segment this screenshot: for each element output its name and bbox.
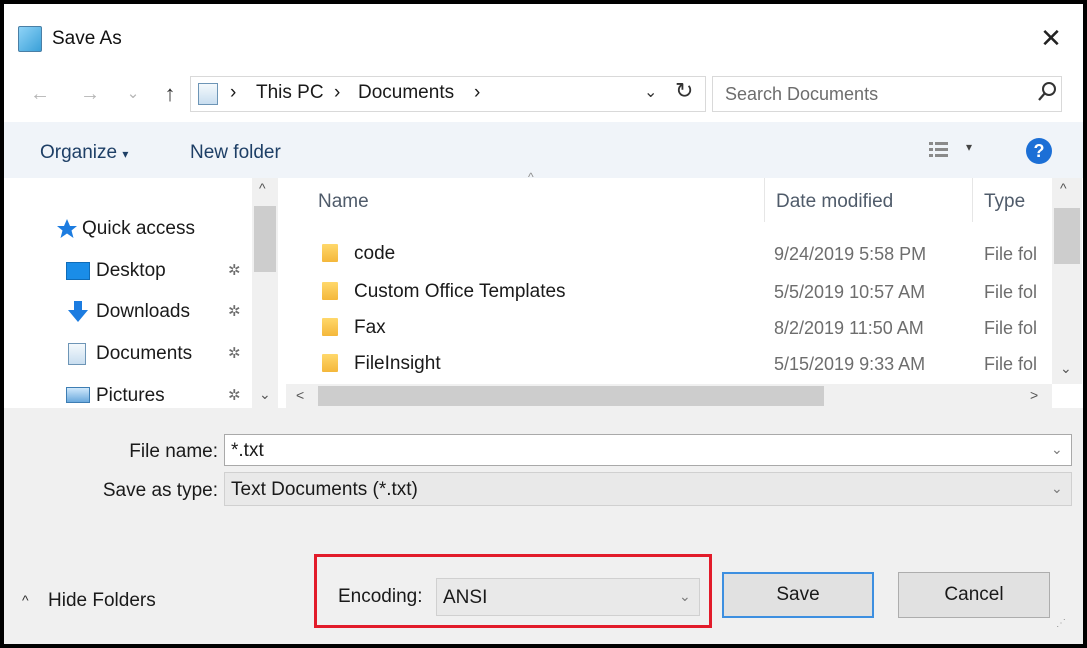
forward-arrow-icon[interactable]: →: [78, 80, 102, 108]
chevron-up-icon: ^: [22, 592, 29, 608]
command-bar: [4, 122, 1083, 178]
nav-item-desktop[interactable]: Desktop ✲: [66, 259, 252, 285]
file-type: File fol: [984, 318, 1038, 338]
encoding-dropdown[interactable]: ANSI ⌄: [436, 578, 700, 616]
pin-icon: ✲: [228, 345, 241, 362]
organize-caret-icon: ▾: [122, 147, 129, 161]
file-row[interactable]: Fax 8/2/2019 11:50 AM File fol: [318, 314, 1052, 344]
nav-item-pictures[interactable]: Pictures ✲: [66, 384, 252, 408]
encoding-value: ANSI: [443, 587, 488, 608]
organize-button[interactable]: Organize ▾: [40, 142, 128, 164]
sort-ascending-icon: ^: [528, 170, 534, 184]
save-button[interactable]: Save: [722, 572, 874, 618]
cancel-button[interactable]: Cancel: [898, 572, 1050, 618]
column-divider[interactable]: [972, 178, 973, 222]
nav-item-label: Downloads: [96, 301, 190, 322]
view-options-icon[interactable]: [928, 140, 950, 160]
hide-folders-label: Hide Folders: [48, 590, 156, 611]
scroll-up-arrow-icon[interactable]: ^: [259, 180, 266, 196]
file-date-modified: 8/2/2019 11:50 AM: [774, 318, 924, 338]
file-type: File fol: [984, 244, 1038, 264]
pictures-icon: [66, 387, 90, 403]
navigation-pane: [4, 178, 282, 408]
breadcrumb-this-pc[interactable]: This PC: [256, 82, 324, 104]
file-name: Fax: [354, 317, 386, 338]
folder-icon: [322, 354, 338, 372]
search-icon[interactable]: [1036, 80, 1058, 104]
breadcrumb-separator-icon[interactable]: ›: [474, 82, 480, 104]
scroll-down-arrow-icon[interactable]: ⌄: [1060, 360, 1072, 377]
encoding-label: Encoding:: [338, 586, 423, 607]
scroll-right-arrow-icon[interactable]: >: [1030, 387, 1038, 403]
breadcrumb-separator-icon[interactable]: ›: [334, 82, 340, 104]
file-row[interactable]: FileInsight 5/15/2019 9:33 AM File fol: [318, 350, 1052, 380]
nav-item-label: Documents: [96, 343, 193, 364]
documents-location-icon: [198, 83, 218, 105]
file-type: File fol: [984, 354, 1038, 374]
star-icon: [56, 218, 78, 245]
refresh-icon[interactable]: ↻: [675, 78, 693, 104]
nav-item-label: Desktop: [96, 260, 166, 281]
download-arrow-icon: [66, 300, 90, 329]
folder-icon: [322, 244, 338, 262]
column-header-name[interactable]: Name: [318, 191, 369, 213]
notepad-icon: [18, 26, 42, 52]
scroll-down-arrow-icon[interactable]: ⌄: [259, 386, 271, 403]
file-name-value: *.txt: [231, 440, 264, 461]
file-name-label: File name:: [129, 441, 218, 462]
file-date-modified: 5/15/2019 9:33 AM: [774, 354, 926, 374]
file-date-modified: 5/5/2019 10:57 AM: [774, 282, 926, 302]
organize-label: Organize: [40, 142, 118, 163]
file-row[interactable]: Custom Office Templates 5/5/2019 10:57 A…: [318, 278, 1052, 308]
back-arrow-icon[interactable]: ←: [28, 80, 52, 108]
breadcrumb-documents[interactable]: Documents: [358, 82, 454, 104]
file-list-scroll-thumb[interactable]: [1054, 208, 1080, 264]
file-name-field[interactable]: *.txt ⌄: [224, 434, 1072, 466]
column-divider[interactable]: [764, 178, 765, 222]
pin-icon: ✲: [228, 262, 241, 279]
help-icon[interactable]: ?: [1026, 138, 1052, 164]
horizontal-scroll-thumb[interactable]: [318, 386, 824, 406]
view-dropdown-caret-icon[interactable]: ▾: [966, 140, 972, 154]
file-date-modified: 9/24/2019 5:58 PM: [774, 244, 927, 264]
search-placeholder: Search Documents: [725, 84, 879, 104]
documents-icon: [68, 343, 86, 365]
file-name: FileInsight: [354, 353, 441, 374]
nav-item-label: Quick access: [82, 218, 195, 239]
nav-pane-scroll-thumb[interactable]: [254, 206, 276, 272]
chevron-down-icon: ⌄: [1051, 480, 1063, 496]
recent-locations-chevron-icon[interactable]: ⌄: [124, 80, 142, 108]
save-as-type-label: Save as type:: [102, 480, 218, 501]
column-header-type[interactable]: Type: [984, 191, 1025, 213]
nav-item-documents[interactable]: Documents ✲: [66, 342, 252, 368]
pin-icon: ✲: [228, 303, 241, 320]
breadcrumb-separator-icon[interactable]: ›: [230, 82, 236, 104]
address-dropdown-chevron-icon[interactable]: ⌄: [644, 82, 657, 102]
nav-item-downloads[interactable]: Downloads ✲: [66, 300, 252, 326]
up-arrow-icon[interactable]: ↑: [158, 80, 182, 108]
column-header-date-modified[interactable]: Date modified: [776, 191, 893, 213]
scroll-up-arrow-icon[interactable]: ^: [1060, 180, 1067, 196]
file-name: code: [354, 243, 396, 264]
file-row[interactable]: code 9/24/2019 5:58 PM File fol: [318, 240, 1052, 270]
resize-grip-icon[interactable]: ⋰: [1056, 618, 1066, 629]
file-type: File fol: [984, 282, 1038, 302]
nav-item-label: Pictures: [96, 385, 165, 406]
desktop-icon: [66, 262, 90, 280]
save-as-type-value: Text Documents (*.txt): [231, 479, 418, 500]
folder-icon: [322, 318, 338, 336]
pin-icon: ✲: [228, 387, 241, 404]
file-name: Custom Office Templates: [354, 281, 566, 302]
chevron-down-icon: ⌄: [679, 588, 691, 604]
scroll-left-arrow-icon[interactable]: <: [296, 387, 304, 403]
dialog-title: Save As: [52, 28, 122, 49]
folder-icon: [322, 282, 338, 300]
save-as-type-dropdown[interactable]: Text Documents (*.txt) ⌄: [224, 472, 1072, 506]
new-folder-button[interactable]: New folder: [190, 142, 281, 164]
close-icon[interactable]: ✕: [1038, 24, 1064, 52]
chevron-down-icon[interactable]: ⌄: [1051, 441, 1063, 458]
